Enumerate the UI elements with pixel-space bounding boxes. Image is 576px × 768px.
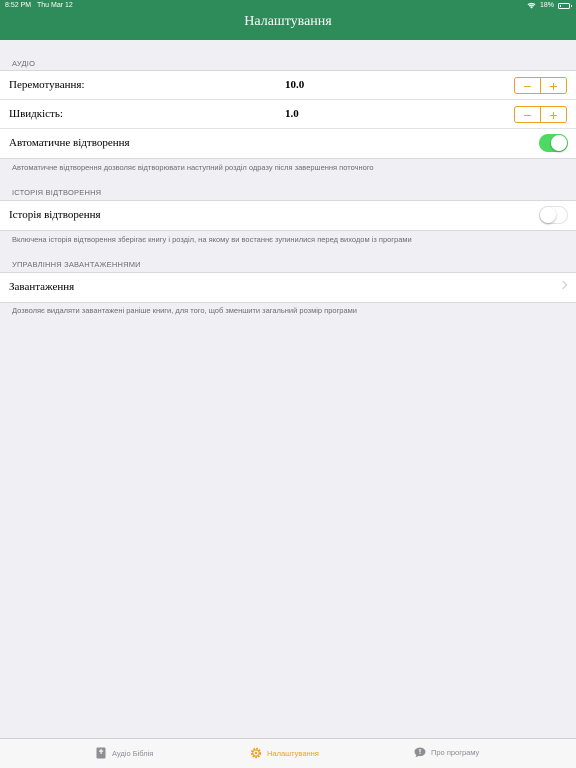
speed-row: Швидкість: 1.0 − + <box>0 100 576 129</box>
status-time: 8:52 PM <box>5 2 32 9</box>
toggle-knob <box>540 207 556 223</box>
speed-value: 1.0 <box>285 108 299 120</box>
tab-label: Налаштування <box>267 748 319 758</box>
rewind-decrement-button[interactable]: − <box>515 78 540 93</box>
page-title: Налаштування <box>244 14 332 29</box>
battery-percent: 18% <box>539 2 554 9</box>
tab-about[interactable]: Про програму <box>414 747 479 758</box>
history-toggle[interactable] <box>539 206 568 224</box>
speed-stepper[interactable]: − + <box>514 106 567 123</box>
wifi-icon <box>527 2 536 9</box>
autoplay-description: Автоматичне відтворення дозволяє відтвор… <box>12 163 374 172</box>
autoplay-toggle[interactable] <box>539 134 568 152</box>
tab-audio-bible[interactable]: Аудіо Біблія <box>96 747 153 759</box>
section-header-history: ІСТОРІЯ ВІДТВОРЕННЯ <box>12 188 102 197</box>
speed-increment-button[interactable]: + <box>540 107 566 122</box>
rewind-increment-button[interactable]: + <box>540 78 566 93</box>
status-right: 18% <box>527 0 572 11</box>
history-label: Історія відтворення <box>9 209 101 221</box>
chevron-right-icon <box>558 280 568 290</box>
downloads-label: Завантаження <box>9 281 75 293</box>
status-bar: 8:52 PM Thu Mar 12 18% <box>0 0 576 11</box>
tab-label: Аудіо Біблія <box>112 748 154 758</box>
navigation-bar: 8:52 PM Thu Mar 12 18% Налаштування <box>0 0 576 40</box>
gear-icon <box>250 747 262 759</box>
status-date: Thu Mar 12 <box>37 2 73 9</box>
tab-label: Про програму <box>431 748 480 757</box>
tab-bar: Аудіо Біблія Налаштування Про програму <box>0 738 576 768</box>
section-header-audio: АУДІО <box>12 59 36 68</box>
book-icon <box>96 747 106 759</box>
rewind-value: 10.0 <box>285 79 305 91</box>
section-header-downloads: УПРАВЛІННЯ ЗАВАНТАЖЕННЯМИ <box>12 260 141 269</box>
battery-icon <box>558 2 572 9</box>
tab-settings[interactable]: Налаштування <box>250 747 319 759</box>
autoplay-row: Автоматичне відтворення <box>0 129 576 158</box>
rewind-stepper[interactable]: − + <box>514 77 567 94</box>
downloads-description: Дозволяє видаляти завантажені раніше кни… <box>12 306 357 315</box>
history-settings-group: Історія відтворення <box>0 200 576 231</box>
speech-bubble-icon <box>414 747 426 758</box>
speed-decrement-button[interactable]: − <box>515 107 540 122</box>
audio-settings-group: Перемотування: 10.0 − + Швидкість: 1.0 −… <box>0 70 576 159</box>
downloads-row[interactable]: Завантаження <box>0 273 576 302</box>
battery-level <box>560 4 561 7</box>
history-row: Історія відтворення <box>0 201 576 230</box>
rewind-row: Перемотування: 10.0 − + <box>0 71 576 100</box>
toggle-knob <box>551 135 567 151</box>
autoplay-label: Автоматичне відтворення <box>9 137 130 149</box>
downloads-settings-group: Завантаження <box>0 272 576 303</box>
rewind-label: Перемотування: <box>9 79 85 91</box>
speed-label: Швидкість: <box>9 108 63 120</box>
history-description: Включена історія відтворення зберігає кн… <box>12 235 412 244</box>
